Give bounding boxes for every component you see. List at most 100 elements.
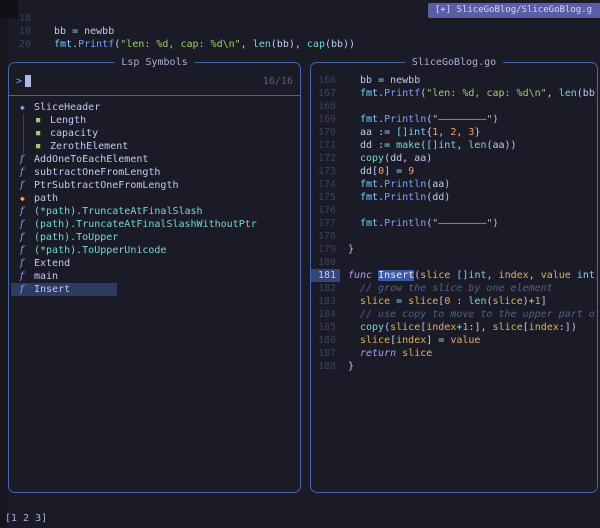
- code-text: aa := []int{1, 2, 3}: [348, 126, 480, 139]
- code-token: (aa)): [486, 140, 516, 151]
- code-token: (bb),: [577, 88, 597, 99]
- symbol-row[interactable]: fPtrSubtractOneFromLength: [9, 179, 300, 192]
- symbol-label: (path).ToUpper: [34, 231, 118, 244]
- code-token: }: [348, 361, 354, 372]
- symbol-row[interactable]: fExtend: [9, 257, 300, 270]
- code-token: newbb: [390, 75, 420, 86]
- code-token: :=: [378, 140, 396, 151]
- line-number: 179: [311, 243, 340, 256]
- symbol-row[interactable]: ◆path: [9, 192, 300, 205]
- code-line[interactable]: 182// grow the slice by one element: [311, 282, 597, 295]
- code-token: slice: [360, 296, 396, 307]
- code-token: ): [493, 114, 499, 125]
- code-line[interactable]: 20 fmt.Printf("len: %d, cap: %d\n", len(b…: [7, 38, 600, 51]
- symbol-row[interactable]: fsubtractOneFromLength: [9, 166, 300, 179]
- method-icon: f: [20, 244, 34, 257]
- code-line[interactable]: 178: [311, 230, 597, 243]
- code-line[interactable]: 183slice = slice[0 : len(slice)+1]: [311, 295, 597, 308]
- buffer-tab[interactable]: [+] SliceGoBlog/SliceGoBlog.g: [428, 3, 600, 18]
- code-text: dd := make([]int, len(aa)): [348, 139, 517, 152]
- code-line[interactable]: 166bb = newbb: [311, 74, 597, 87]
- code-line[interactable]: 173dd[0] = 9: [311, 165, 597, 178]
- code-token: slice: [493, 322, 523, 333]
- code-token: make: [396, 140, 420, 151]
- code-line[interactable]: 19 bb = newbb: [7, 25, 600, 38]
- code-line[interactable]: 186slice[index] = value: [311, 334, 597, 347]
- code-line[interactable]: 181func Insert(slice []int, index, value…: [311, 269, 597, 282]
- code-token: newbb: [84, 26, 114, 37]
- code-text: fmt.Printf("len: %d, cap: %d\n", len(bb)…: [42, 38, 355, 51]
- symbol-row[interactable]: f(path).ToUpper: [9, 231, 300, 244]
- code-token: cap: [307, 39, 325, 50]
- line-number: 20: [7, 38, 31, 51]
- line-number: 166: [311, 74, 340, 87]
- code-line[interactable]: 169fmt.Println("――――――――"): [311, 113, 597, 126]
- func-icon: f: [20, 153, 34, 166]
- code-preview-panel: SliceGoBlog.go 166bb = newbb167fmt.Print…: [310, 62, 598, 493]
- code-text: fmt.Printf("len: %d, cap: %d\n", len(bb)…: [348, 87, 597, 100]
- code-token: index: [396, 335, 426, 346]
- code-token: fmt: [360, 192, 378, 203]
- symbol-label: SliceHeader: [34, 101, 100, 114]
- code-token: slice: [408, 296, 438, 307]
- line-number: 167: [311, 87, 340, 100]
- line-number: 173: [311, 165, 340, 178]
- code-token: Insert: [378, 270, 414, 281]
- code-line[interactable]: 176: [311, 204, 597, 217]
- code-token: =: [396, 296, 408, 307]
- code-token: index: [499, 270, 529, 281]
- code-line[interactable]: 188}: [311, 360, 597, 373]
- line-number: 19: [7, 25, 31, 38]
- code-text: // grow the slice by one element: [348, 282, 553, 295]
- code-line[interactable]: 187return slice: [311, 347, 597, 360]
- code-token: dd[: [360, 166, 378, 177]
- code-text: bb = newbb: [42, 25, 114, 38]
- code-token: ]: [384, 166, 396, 177]
- symbol-row[interactable]: ■Length: [9, 114, 300, 127]
- symbol-label: path: [34, 192, 58, 205]
- code-token: len: [468, 140, 486, 151]
- code-token: "len: %d, cap: %d\n": [120, 39, 240, 50]
- symbol-label: (*path).ToUpperUnicode: [34, 244, 166, 257]
- symbol-row[interactable]: f(*path).ToUpperUnicode: [9, 244, 300, 257]
- code-line[interactable]: 177fmt.Println("――――――――"): [311, 217, 597, 230]
- func-icon: f: [20, 179, 34, 192]
- symbol-row[interactable]: ■capacity: [9, 127, 300, 140]
- code-line[interactable]: 170aa := []int{1, 2, 3}: [311, 126, 597, 139]
- code-token: ,: [529, 270, 541, 281]
- code-line[interactable]: 168: [311, 100, 597, 113]
- symbol-row[interactable]: ◆SliceHeader: [9, 101, 300, 114]
- code-line[interactable]: 180: [311, 256, 597, 269]
- symbol-row[interactable]: f(path).TruncateAtFinalSlashWithoutPtr: [9, 218, 300, 231]
- symbol-label: main: [34, 270, 58, 283]
- code-token: // use copy to move to the upper part of…: [360, 309, 597, 320]
- symbol-row[interactable]: fInsert: [9, 283, 300, 296]
- symbol-row[interactable]: f(*path).TruncateAtFinalSlash: [9, 205, 300, 218]
- func-icon: f: [20, 166, 34, 179]
- symbol-row[interactable]: ■ZerothElement: [9, 140, 300, 153]
- code-text: fmt.Println("――――――――"): [348, 217, 499, 230]
- code-token: fmt: [360, 179, 378, 190]
- code-line[interactable]: 185copy(slice[index+1:], slice[index:]): [311, 321, 597, 334]
- code-token: ]: [426, 335, 438, 346]
- code-token: :]): [559, 322, 577, 333]
- code-line[interactable]: 179}: [311, 243, 597, 256]
- symbol-search-input[interactable]: > 16/16: [16, 73, 293, 89]
- neovim-terminal-screen: 1819bb = newbb20fmt.Printf("len: %d, cap…: [0, 0, 600, 528]
- code-token: value: [541, 270, 577, 281]
- code-line[interactable]: 175fmt.Println(dd): [311, 191, 597, 204]
- code-line[interactable]: 174fmt.Println(aa): [311, 178, 597, 191]
- code-line[interactable]: 171dd := make([]int, len(aa)): [311, 139, 597, 152]
- symbol-row[interactable]: fmain: [9, 270, 300, 283]
- code-token: len: [468, 296, 486, 307]
- tree-guide: [23, 127, 24, 140]
- code-line[interactable]: 167 fmt.Printf("len: %d, cap: %d\n", len(…: [311, 87, 597, 100]
- code-token: }: [348, 244, 354, 255]
- line-number: 176: [311, 204, 340, 217]
- code-line[interactable]: 184// use copy to move to the upper part…: [311, 308, 597, 321]
- code-token: fmt: [54, 39, 72, 50]
- code-text: }: [348, 243, 354, 256]
- symbol-row[interactable]: fAddOneToEachElement: [9, 153, 300, 166]
- code-text: fmt.Println(dd): [348, 191, 450, 204]
- code-line[interactable]: 172copy(dd, aa): [311, 152, 597, 165]
